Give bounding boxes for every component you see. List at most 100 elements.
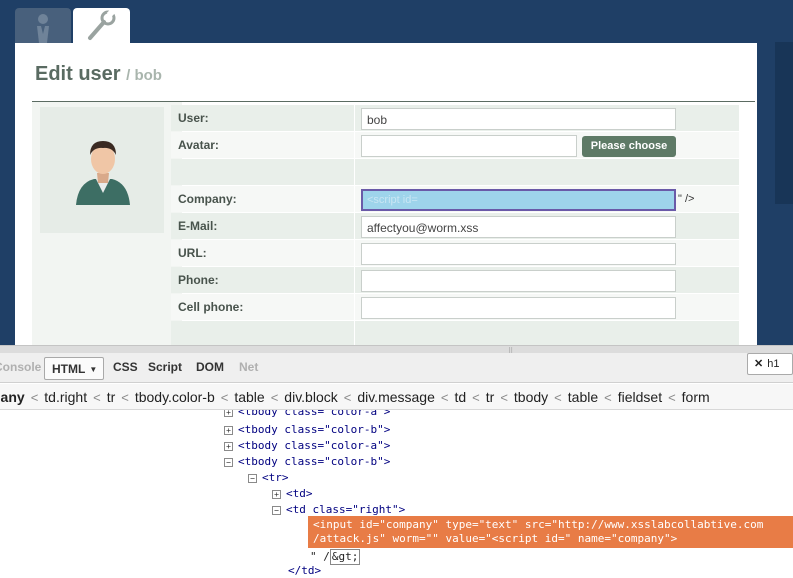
- tab-html[interactable]: HTML ▼: [44, 357, 104, 380]
- bottom-cell: [355, 321, 739, 345]
- collapse-icon[interactable]: −: [224, 458, 233, 467]
- tab-dom[interactable]: DOM: [196, 360, 224, 374]
- company-cell: <script id= " />: [355, 186, 739, 212]
- company-label: Company:: [171, 186, 354, 212]
- search-value: h1: [767, 358, 780, 370]
- crumb-8[interactable]: tr: [486, 389, 495, 405]
- firebug-toolbar: Console HTML▼ CSS Script DOM Net ✕ h1: [0, 353, 793, 383]
- spacer-label: [171, 159, 354, 185]
- email-label: E-Mail:: [171, 213, 354, 239]
- cell-phone-cell: [355, 294, 739, 320]
- caret-down-icon: ▼: [89, 365, 98, 374]
- crumb-11[interactable]: fieldset: [618, 389, 662, 405]
- page-title-text: Edit user: [35, 63, 121, 85]
- row-avatar: Avatar: Please choose: [171, 132, 739, 159]
- collapse-icon[interactable]: −: [248, 474, 257, 483]
- tree-node[interactable]: + <tbody class="color-a">: [224, 439, 390, 453]
- tab-css[interactable]: CSS: [113, 360, 138, 374]
- tree-node[interactable]: + <tbody class="color-b">: [224, 423, 390, 437]
- text-node-value: " /: [310, 550, 330, 563]
- tab-console[interactable]: Console: [0, 360, 41, 374]
- url-input[interactable]: [361, 243, 676, 265]
- please-choose-button[interactable]: Please choose: [582, 136, 676, 157]
- crumb-7[interactable]: td: [454, 389, 466, 405]
- tree-node-text: <td>: [286, 487, 313, 500]
- search-input[interactable]: ✕ h1: [747, 353, 793, 375]
- side-strip: [775, 42, 793, 204]
- expand-icon[interactable]: +: [272, 490, 281, 499]
- user-input[interactable]: bob: [361, 108, 676, 130]
- tree-node[interactable]: + <td>: [272, 487, 313, 501]
- tree-node-text: <td class="right">: [286, 503, 406, 516]
- crumb-6[interactable]: div.message: [357, 389, 435, 405]
- collapse-icon[interactable]: −: [272, 506, 281, 515]
- user-label: User:: [171, 105, 354, 131]
- crumb-5[interactable]: div.block: [284, 389, 337, 405]
- tree-node[interactable]: − <tbody class="color-b">: [224, 455, 390, 469]
- row-email: E-Mail: affectyou@worm.xss: [171, 213, 739, 240]
- tree-node-text: </td>: [288, 564, 322, 577]
- crumb-sep: <: [472, 390, 480, 405]
- crumb-2[interactable]: tr: [107, 389, 116, 405]
- spacer-cell: [355, 159, 739, 185]
- crumb-sep: <: [121, 390, 129, 405]
- user-icon: [37, 14, 49, 43]
- page-subtitle: / bob: [126, 67, 162, 84]
- selected-node-line-2: /attack.js" worm="" value="<script id=" …: [313, 532, 678, 545]
- tree-node-text: <tbody class="color-a">: [238, 439, 391, 452]
- crumb-1[interactable]: td.right: [44, 389, 87, 405]
- url-label: URL:: [171, 240, 354, 266]
- crumb-10[interactable]: table: [568, 389, 598, 405]
- crumb-4[interactable]: table: [234, 389, 264, 405]
- row-bottom: [171, 321, 739, 345]
- cell-phone-label: Cell phone:: [171, 294, 354, 320]
- avatar-input[interactable]: [361, 135, 577, 157]
- expand-icon[interactable]: +: [224, 410, 233, 417]
- row-spacer: [171, 159, 739, 186]
- tab-html-label: HTML: [52, 362, 86, 376]
- user-avatar-icon: [76, 141, 130, 205]
- tree-node[interactable]: </td>: [288, 564, 321, 578]
- tree-node-text: <tbody class="color-a">: [238, 410, 391, 418]
- expand-icon[interactable]: +: [224, 426, 233, 435]
- wrench-icon: [88, 8, 116, 40]
- expand-icon[interactable]: +: [224, 442, 233, 451]
- tree-node[interactable]: − <tr>: [248, 471, 289, 485]
- tab-users[interactable]: [15, 8, 71, 43]
- phone-label: Phone:: [171, 267, 354, 293]
- row-cell-phone: Cell phone:: [171, 294, 739, 321]
- breadcrumb: pany < td.right < tr < tbody.color-b < table < div…: [0, 384, 793, 410]
- entity-box: &gt;: [329, 549, 361, 565]
- tab-script[interactable]: Script: [148, 360, 182, 374]
- row-company: Company: <script id= " />: [171, 186, 739, 213]
- tab-net[interactable]: Net: [239, 360, 258, 374]
- crumb-12[interactable]: form: [682, 389, 710, 405]
- tree-node[interactable]: + <tbody class="color-a">: [224, 410, 390, 419]
- url-cell: [355, 240, 739, 266]
- company-input[interactable]: <script id=: [361, 189, 676, 211]
- user-cell: bob: [355, 105, 739, 131]
- tree-node-text: <tbody class="color-b">: [238, 455, 391, 468]
- crumb-0[interactable]: pany: [0, 389, 25, 405]
- clear-icon[interactable]: ✕: [754, 358, 763, 370]
- crumb-sep: <: [270, 390, 279, 405]
- bottom-label: [171, 321, 354, 345]
- row-phone: Phone:: [171, 267, 739, 294]
- tree-text-node[interactable]: " / &gt;: [310, 549, 361, 565]
- crumb-sep: <: [668, 390, 676, 405]
- tab-settings[interactable]: [73, 8, 130, 43]
- phone-cell: [355, 267, 739, 293]
- firebug-resize-handle[interactable]: ⠿: [0, 345, 793, 355]
- row-url: URL:: [171, 240, 739, 267]
- avatar-box: [40, 107, 164, 233]
- crumb-3[interactable]: tbody.color-b: [135, 389, 215, 405]
- html-tree: + <tbody class="color-a"> + <tbody class="…: [0, 410, 793, 578]
- cell-phone-input[interactable]: [361, 297, 676, 319]
- avatar-label: Avatar:: [171, 132, 354, 158]
- email-input[interactable]: affectyou@worm.xss: [361, 216, 676, 238]
- avatar-cell: Please choose: [355, 132, 739, 158]
- edit-user-panel: Edit user / bob User: bob Avatar: Please…: [15, 43, 757, 345]
- crumb-9[interactable]: tbody: [514, 389, 548, 405]
- tree-node[interactable]: − <td class="right">: [272, 503, 405, 517]
- phone-input[interactable]: [361, 270, 676, 292]
